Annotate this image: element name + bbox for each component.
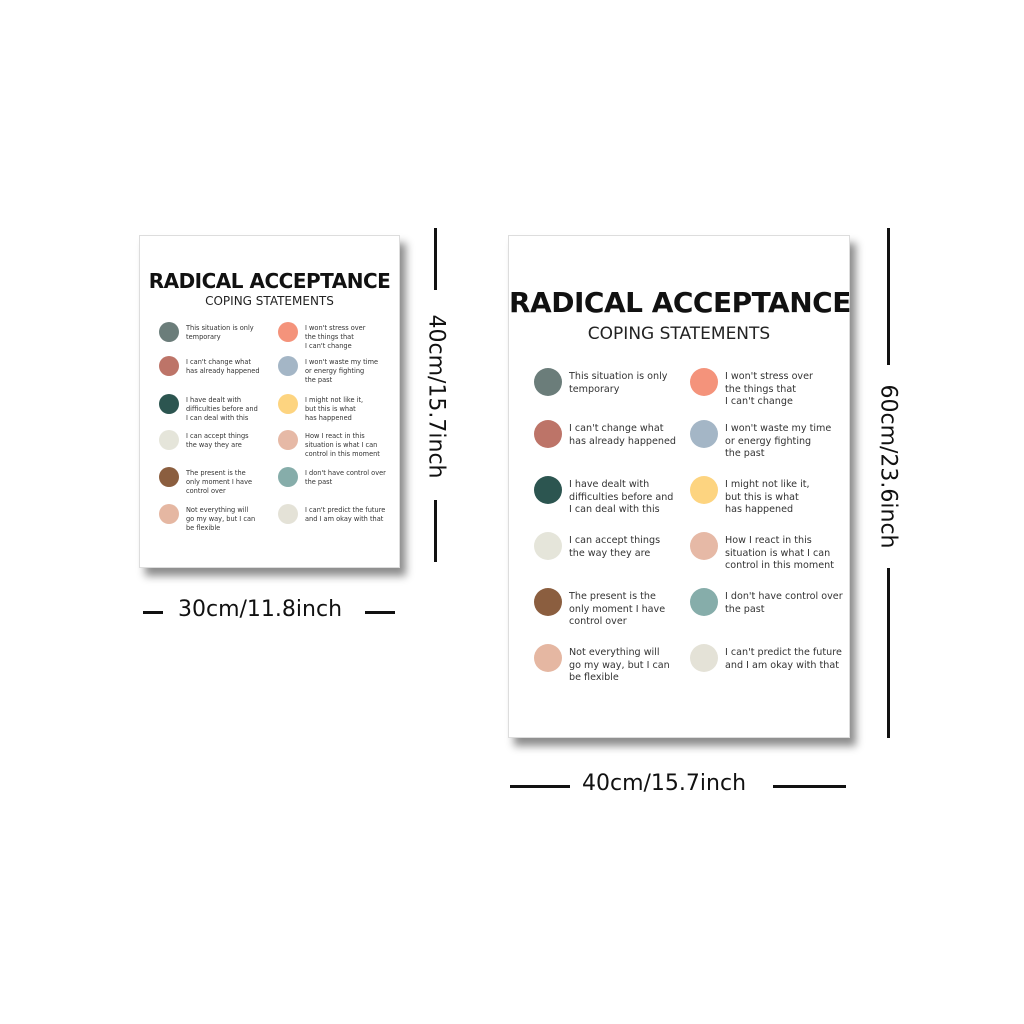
statement-text: I have dealt with difficulties before an… [186, 396, 258, 422]
color-dot-icon [690, 532, 718, 560]
color-dot-icon [534, 420, 562, 448]
dimension-line [143, 611, 163, 614]
dimension-line [510, 785, 570, 788]
dimension-line [887, 228, 890, 365]
small-width-label: 30cm/11.8inch [178, 597, 343, 622]
statement-item: I don't have control over the past [690, 588, 843, 616]
statement-item: I won't waste my time or energy fighting… [690, 420, 832, 461]
color-dot-icon [690, 588, 718, 616]
dimension-line [887, 568, 890, 738]
dimension-line [365, 611, 395, 614]
statement-item: I can't change what has already happened [534, 420, 676, 448]
dimension-line [434, 500, 437, 562]
statement-text: I might not like it, but this is what ha… [725, 479, 810, 516]
statement-item: The present is the only moment I have co… [534, 588, 666, 629]
statement-item: I won't waste my time or energy fighting… [278, 356, 379, 385]
color-dot-icon [278, 430, 298, 450]
statement-item: How I react in this situation is what I … [278, 430, 380, 459]
color-dot-icon [159, 467, 179, 487]
statement-item: How I react in this situation is what I … [690, 532, 834, 573]
poster-subtitle: COPING STATEMENTS [587, 324, 771, 344]
poster-subtitle: COPING STATEMENTS [205, 294, 334, 308]
statement-item: I don't have control over the past [278, 467, 386, 487]
statement-text: I don't have control over the past [725, 591, 843, 615]
color-dot-icon [159, 394, 179, 414]
color-dot-icon [278, 394, 298, 414]
statement-text: This situation is only temporary [569, 371, 668, 395]
poster-title: RADICAL ACCEPTANCE [509, 286, 851, 319]
color-dot-icon [690, 368, 718, 396]
poster-large: RADICAL ACCEPTANCE COPING STATEMENTS Thi… [508, 235, 851, 738]
statement-item: I won't stress over the things that I ca… [278, 322, 366, 351]
statement-item: I might not like it, but this is what ha… [278, 394, 364, 423]
statement-text: Not everything will go my way, but I can… [186, 506, 256, 532]
statement-item: The present is the only moment I have co… [159, 467, 253, 496]
large-width-label: 40cm/15.7inch [582, 771, 747, 796]
dimension-line [773, 785, 846, 788]
statement-text: I won't waste my time or energy fighting… [305, 358, 379, 384]
color-dot-icon [278, 504, 298, 524]
small-height-label: 40cm/15.7inch [423, 314, 449, 479]
statement-item: I might not like it, but this is what ha… [690, 476, 810, 517]
statement-text: Not everything will go my way, but I can… [569, 647, 670, 684]
statement-text: I won't waste my time or energy fighting… [725, 423, 832, 460]
color-dot-icon [159, 356, 179, 376]
color-dot-icon [159, 430, 179, 450]
statement-text: I won't stress over the things that I ca… [305, 324, 366, 350]
color-dot-icon [278, 322, 298, 342]
statement-text: The present is the only moment I have co… [569, 591, 666, 628]
statement-text: I have dealt with difficulties before an… [569, 479, 674, 516]
statement-text: The present is the only moment I have co… [186, 469, 253, 495]
color-dot-icon [534, 532, 562, 560]
color-dot-icon [159, 322, 179, 342]
large-height-label: 60cm/23.6inch [875, 384, 901, 549]
poster-title: RADICAL ACCEPTANCE [148, 269, 391, 293]
statement-text: I can't predict the future and I am okay… [305, 506, 386, 523]
statement-text: I might not like it, but this is what ha… [305, 396, 364, 422]
color-dot-icon [534, 644, 562, 672]
color-dot-icon [690, 644, 718, 672]
statement-text: How I react in this situation is what I … [305, 432, 380, 458]
color-dot-icon [690, 420, 718, 448]
statement-text: I can accept things the way they are [569, 535, 661, 559]
statement-text: I can accept things the way they are [186, 432, 249, 449]
statement-text: I don't have control over the past [305, 469, 386, 486]
statement-item: I can't change what has already happened [159, 356, 260, 376]
color-dot-icon [278, 467, 298, 487]
color-dot-icon [534, 588, 562, 616]
statement-item: Not everything will go my way, but I can… [159, 504, 256, 533]
statement-text: I can't change what has already happened [186, 358, 260, 375]
statement-item: This situation is only temporary [534, 368, 668, 396]
statement-item: This situation is only temporary [159, 322, 254, 342]
statement-text: I can't predict the future and I am okay… [725, 647, 842, 671]
statement-item: I have dealt with difficulties before an… [534, 476, 674, 517]
color-dot-icon [159, 504, 179, 524]
dimension-line [434, 228, 437, 290]
statement-item: I have dealt with difficulties before an… [159, 394, 258, 423]
statement-text: This situation is only temporary [186, 324, 254, 341]
statement-text: I can't change what has already happened [569, 423, 676, 447]
poster-small: RADICAL ACCEPTANCE COPING STATEMENTS Thi… [139, 235, 400, 568]
statement-item: I can accept things the way they are [534, 532, 661, 560]
color-dot-icon [278, 356, 298, 376]
statement-item: I won't stress over the things that I ca… [690, 368, 813, 409]
statement-item: I can't predict the future and I am okay… [690, 644, 842, 672]
color-dot-icon [690, 476, 718, 504]
statement-item: I can't predict the future and I am okay… [278, 504, 386, 524]
statement-text: I won't stress over the things that I ca… [725, 371, 813, 408]
color-dot-icon [534, 476, 562, 504]
statement-text: How I react in this situation is what I … [725, 535, 834, 572]
color-dot-icon [534, 368, 562, 396]
statement-item: I can accept things the way they are [159, 430, 249, 450]
statement-item: Not everything will go my way, but I can… [534, 644, 670, 685]
